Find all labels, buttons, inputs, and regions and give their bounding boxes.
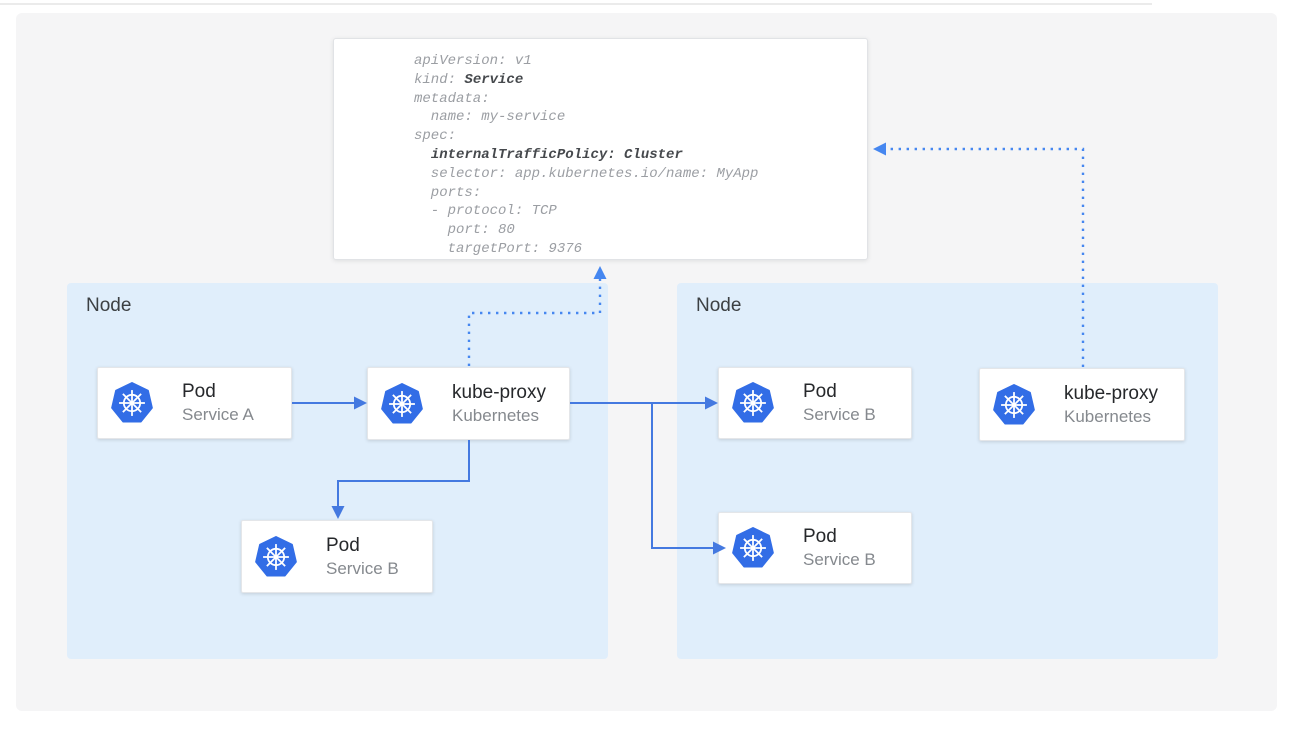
node-label: Node bbox=[86, 295, 131, 317]
kube-proxy-right-card: kube-proxy Kubernetes bbox=[979, 368, 1185, 441]
pod-service-a-card: Pod Service A bbox=[97, 367, 292, 439]
card-title: Pod bbox=[803, 525, 876, 549]
card-subtitle: Service B bbox=[803, 404, 876, 426]
code-line: metadata: bbox=[414, 90, 867, 109]
kubernetes-icon bbox=[111, 382, 153, 424]
pod-service-b-top-right-card: Pod Service B bbox=[718, 367, 912, 439]
card-subtitle: Kubernetes bbox=[452, 405, 546, 427]
kubernetes-icon bbox=[255, 536, 297, 578]
service-yaml-panel: apiVersion: v1 kind: Service metadata: n… bbox=[333, 38, 868, 260]
kubernetes-icon bbox=[381, 383, 423, 425]
card-subtitle: Kubernetes bbox=[1064, 406, 1158, 428]
node-box-right: Node bbox=[677, 283, 1218, 659]
top-divider-line bbox=[0, 3, 1152, 5]
code-line: name: my-service bbox=[414, 108, 867, 127]
code-line: internalTrafficPolicy: Cluster bbox=[414, 146, 867, 165]
node-label: Node bbox=[696, 295, 741, 317]
pod-service-b-left-card: Pod Service B bbox=[241, 520, 433, 593]
card-title: kube-proxy bbox=[452, 381, 546, 405]
card-title: Pod bbox=[326, 534, 399, 558]
kubernetes-icon bbox=[732, 527, 774, 569]
card-subtitle: Service B bbox=[803, 549, 876, 571]
card-subtitle: Service B bbox=[326, 558, 399, 580]
node-box-left: Node bbox=[67, 283, 608, 659]
code-line: port: 80 bbox=[414, 221, 867, 240]
code-line: ports: bbox=[414, 184, 867, 203]
code-line: kind: Service bbox=[414, 71, 867, 90]
code-line: spec: bbox=[414, 127, 867, 146]
card-subtitle: Service A bbox=[182, 404, 254, 426]
code-line: apiVersion: v1 bbox=[414, 52, 867, 71]
card-title: kube-proxy bbox=[1064, 382, 1158, 406]
kubernetes-icon bbox=[732, 382, 774, 424]
card-title: Pod bbox=[182, 380, 254, 404]
code-line: selector: app.kubernetes.io/name: MyApp bbox=[414, 165, 867, 184]
diagram-canvas: apiVersion: v1 kind: Service metadata: n… bbox=[0, 0, 1296, 729]
code-line: - protocol: TCP bbox=[414, 202, 867, 221]
kube-proxy-left-card: kube-proxy Kubernetes bbox=[367, 367, 570, 440]
card-title: Pod bbox=[803, 380, 876, 404]
code-line: targetPort: 9376 bbox=[414, 240, 867, 259]
kubernetes-icon bbox=[993, 384, 1035, 426]
pod-service-b-bottom-right-card: Pod Service B bbox=[718, 512, 912, 584]
